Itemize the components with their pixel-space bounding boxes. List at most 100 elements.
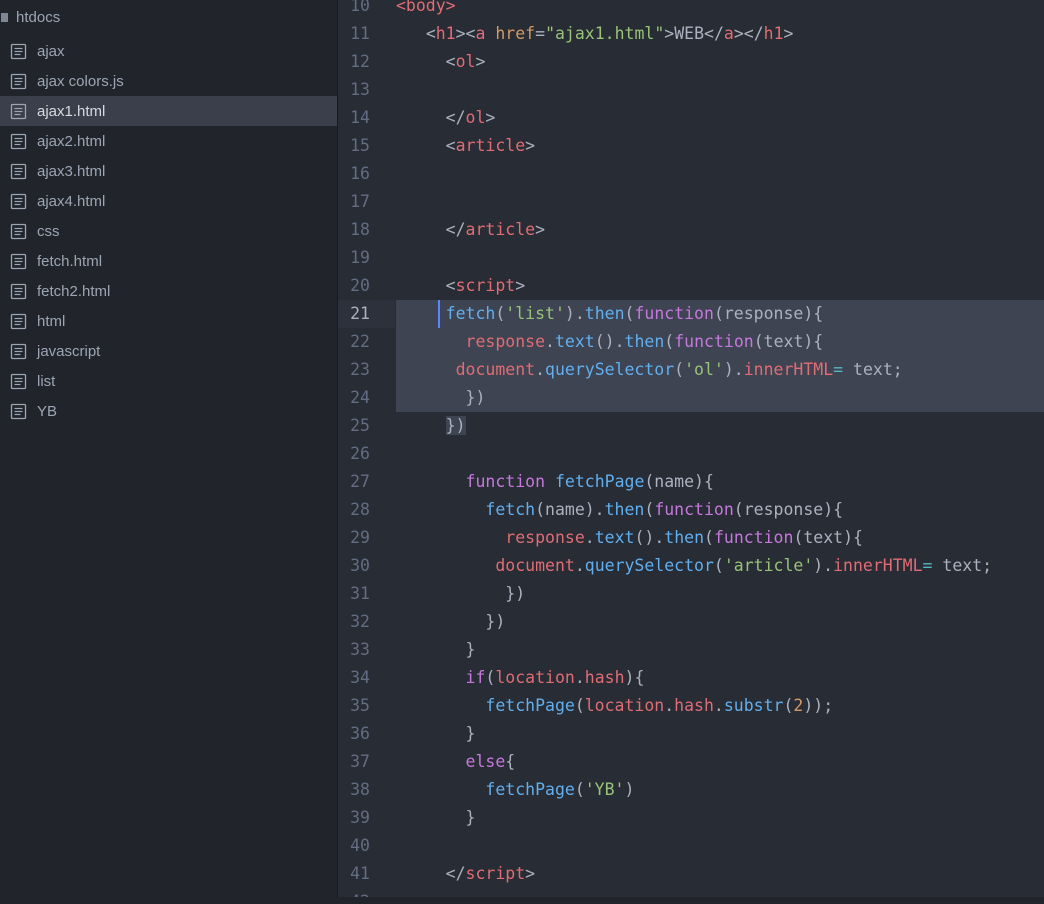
file-label: ajax4.html	[37, 192, 106, 210]
code-line[interactable]: 24 })	[338, 384, 1044, 412]
code-line[interactable]: 17	[338, 188, 1044, 216]
file-label: ajax2.html	[37, 132, 106, 150]
code-line[interactable]: 41 </script>	[338, 860, 1044, 888]
code-line[interactable]: 27 function fetchPage(name){	[338, 468, 1044, 496]
line-number: 21	[338, 300, 395, 328]
selection-highlight: })	[445, 416, 466, 435]
code-token: >	[783, 24, 794, 43]
file-item[interactable]: fetch2.html	[0, 276, 337, 306]
code-token: </	[396, 108, 466, 127]
file-item[interactable]: ajax colors.js	[0, 66, 337, 96]
line-code: <h1><a href="ajax1.html">WEB</a></h1>	[396, 20, 1044, 48]
line-code: <article>	[396, 132, 1044, 160]
line-code: document.querySelector('article').innerH…	[396, 552, 1044, 580]
code-line[interactable]: 32 })	[338, 608, 1044, 636]
code-token: fetch	[485, 500, 536, 519]
file-item[interactable]: fetch.html	[0, 246, 337, 276]
code-line[interactable]: 37 else{	[338, 748, 1044, 776]
code-line[interactable]: 10 <body>	[338, 0, 1044, 20]
code-line[interactable]: 12 <ol>	[338, 48, 1044, 76]
code-token: then	[604, 500, 645, 519]
code-token: 'list'	[505, 304, 565, 323]
code-token: ><	[455, 24, 476, 43]
line-code: })	[396, 580, 1044, 608]
line-number: 24	[350, 388, 370, 407]
line-code: <script>	[396, 272, 1044, 300]
file-item[interactable]: css	[0, 216, 337, 246]
code-token: })	[396, 612, 506, 631]
file-item[interactable]: YB	[0, 396, 337, 426]
code-token: 'article'	[723, 556, 814, 575]
code-line[interactable]: 39 }	[338, 804, 1044, 832]
code-line[interactable]: 35 fetchPage(location.hash.substr(2));	[338, 692, 1044, 720]
code-line[interactable]: 21 fetch('list').then(function(response)…	[338, 300, 1044, 328]
code-line[interactable]: 18 </article>	[338, 216, 1044, 244]
line-number: 26	[350, 444, 370, 463]
line-code: else{	[396, 748, 1044, 776]
line-number: 38	[350, 780, 370, 799]
code-token: (text){	[753, 332, 824, 351]
code-line[interactable]: 20 <script>	[338, 272, 1044, 300]
file-item[interactable]: ajax1.html	[0, 96, 337, 126]
tree-root-folder[interactable]: htdocs	[0, 3, 337, 31]
code-token: article	[465, 220, 536, 239]
code-line[interactable]: 11 <h1><a href="ajax1.html">WEB</a></h1>	[338, 20, 1044, 48]
file-item[interactable]: list	[0, 366, 337, 396]
code-line[interactable]: 28 fetch(name).then(function(response){	[338, 496, 1044, 524]
code-line[interactable]: 38 fetchPage('YB')	[338, 776, 1044, 804]
code-token: (name){	[644, 472, 714, 491]
file-item[interactable]: ajax2.html	[0, 126, 337, 156]
code-line[interactable]: 25 })	[338, 412, 1044, 440]
code-line[interactable]: 15 <article>	[338, 132, 1044, 160]
line-code: })	[396, 608, 1044, 636]
code-line[interactable]: 16	[338, 160, 1044, 188]
line-code: </script>	[396, 860, 1044, 888]
code-token: .	[574, 668, 585, 687]
code-line[interactable]: 26	[338, 440, 1044, 468]
line-number: 41	[350, 864, 370, 883]
code-token: .	[584, 528, 595, 547]
code-token: function	[713, 528, 794, 547]
line-number: 19	[350, 248, 370, 267]
code-line[interactable]: 42	[338, 888, 1044, 897]
code-line[interactable]: 36 }	[338, 720, 1044, 748]
code-line[interactable]: 13	[338, 76, 1044, 104]
line-number: 18	[350, 220, 370, 239]
text-cursor	[438, 300, 440, 328]
file-icon	[10, 133, 27, 150]
code-line[interactable]: 14 </ol>	[338, 104, 1044, 132]
code-line[interactable]: 30 document.querySelector('article').inn…	[338, 552, 1044, 580]
code-editor[interactable]: 10 <body> 11 <h1><a href="ajax1.html">WEB<…	[338, 0, 1044, 897]
file-item[interactable]: html	[0, 306, 337, 336]
code-line[interactable]: 22 response.text().then(function(text){	[338, 328, 1044, 356]
code-token: ).	[564, 304, 585, 323]
code-line[interactable]: 33 }	[338, 636, 1044, 664]
line-number: 28	[350, 500, 370, 519]
code-line[interactable]: 23 document.querySelector('ol').innerHTM…	[338, 356, 1044, 384]
code-token: text	[554, 332, 595, 351]
file-label: css	[37, 222, 60, 240]
code-line[interactable]: 34 if(location.hash){	[338, 664, 1044, 692]
line-number: 30	[350, 556, 370, 575]
code-token: fetchPage	[485, 780, 575, 799]
line-number: 35	[350, 696, 370, 715]
code-token: >	[515, 276, 526, 295]
code-token: <	[396, 52, 456, 71]
line-code: }	[396, 720, 1044, 748]
code-line[interactable]: 31 })	[338, 580, 1044, 608]
file-item[interactable]: ajax3.html	[0, 156, 337, 186]
code-token: response	[505, 528, 585, 547]
file-item[interactable]: ajax4.html	[0, 186, 337, 216]
line-code	[396, 76, 1044, 104]
code-token: script	[455, 276, 516, 295]
line-code	[396, 244, 1044, 272]
file-item[interactable]: javascript	[0, 336, 337, 366]
code-line[interactable]: 29 response.text().then(function(text){	[338, 524, 1044, 552]
code-line[interactable]: 40	[338, 832, 1044, 860]
file-item[interactable]: ajax	[0, 36, 337, 66]
file-icon	[10, 373, 27, 390]
code-line[interactable]: 19	[338, 244, 1044, 272]
